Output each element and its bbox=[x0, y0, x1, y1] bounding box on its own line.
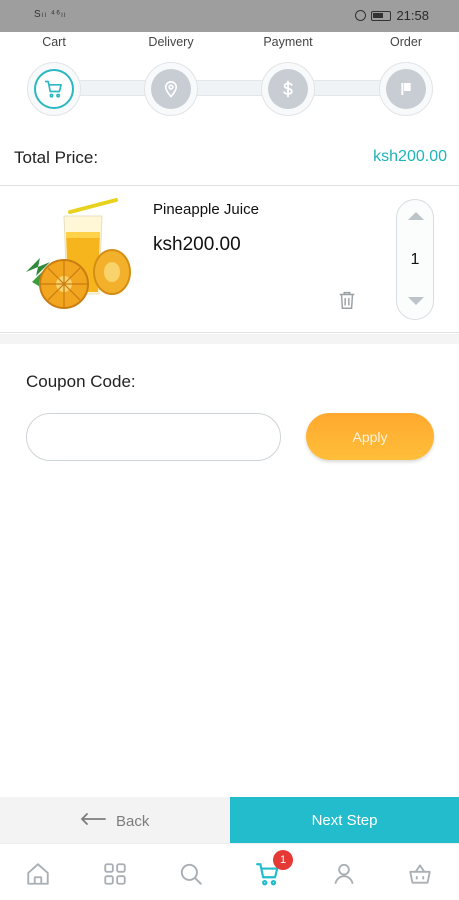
step-order-inner bbox=[386, 69, 426, 109]
next-step-button[interactable]: Next Step bbox=[230, 797, 459, 843]
product-price: ksh200.00 bbox=[153, 234, 241, 255]
step-payment[interactable] bbox=[261, 62, 315, 116]
checkout-navigation: Back Next Step bbox=[0, 797, 459, 843]
step-order[interactable] bbox=[379, 62, 433, 116]
section-separator bbox=[0, 334, 459, 344]
location-pin-icon bbox=[164, 81, 178, 98]
status-right: 21:58 bbox=[355, 8, 429, 23]
pineapple-juice-image bbox=[26, 198, 131, 309]
product-name: Pineapple Juice bbox=[153, 201, 259, 218]
coupon-code-label: Coupon Code: bbox=[26, 372, 136, 391]
trash-icon[interactable] bbox=[336, 289, 358, 311]
categories-grid-icon[interactable] bbox=[102, 861, 128, 887]
basket-icon[interactable] bbox=[407, 861, 433, 887]
alarm-icon bbox=[355, 10, 367, 21]
dollar-icon bbox=[283, 80, 293, 98]
divider bbox=[0, 185, 459, 186]
decrease-quantity-button[interactable] bbox=[408, 297, 424, 305]
quantity-stepper: 1 bbox=[396, 199, 434, 320]
signal-indicator: Sₗₗ ⁴⁶ₗₗ bbox=[34, 9, 67, 20]
back-button[interactable]: Back bbox=[0, 797, 230, 843]
status-bar: Sₗₗ ⁴⁶ₗₗ 21:58 bbox=[0, 0, 459, 32]
step-cart-inner bbox=[34, 69, 74, 109]
step-label-delivery: Delivery bbox=[148, 35, 194, 49]
total-price-label: Total Price: bbox=[14, 148, 99, 167]
checkout-steps-labels: Cart Delivery Payment Order bbox=[0, 35, 459, 51]
battery-icon bbox=[371, 10, 392, 21]
bottom-tab-bar bbox=[0, 843, 459, 900]
status-time: 21:58 bbox=[396, 8, 429, 23]
step-delivery[interactable] bbox=[144, 62, 198, 116]
coupon-code-input[interactable] bbox=[26, 413, 281, 461]
arrow-left-icon bbox=[80, 813, 106, 825]
back-button-label: Back bbox=[116, 813, 150, 830]
cart-icon bbox=[44, 80, 62, 98]
total-price-value: ksh200.00 bbox=[373, 148, 447, 165]
order-flag-icon bbox=[401, 83, 411, 95]
quantity-value: 1 bbox=[410, 251, 420, 268]
search-icon[interactable] bbox=[178, 861, 204, 887]
total-price-row: Total Price: ksh200.00 bbox=[14, 146, 447, 170]
step-cart[interactable] bbox=[27, 62, 81, 116]
step-label-cart: Cart bbox=[42, 35, 66, 49]
step-payment-inner bbox=[268, 69, 308, 109]
divider bbox=[0, 332, 459, 333]
increase-quantity-button[interactable] bbox=[408, 212, 424, 220]
checkout-progress-track bbox=[54, 80, 406, 96]
apply-coupon-button[interactable]: Apply bbox=[306, 413, 434, 460]
cart-count-badge: 1 bbox=[273, 850, 293, 870]
profile-icon[interactable] bbox=[331, 861, 357, 887]
step-delivery-inner bbox=[151, 69, 191, 109]
step-label-payment: Payment bbox=[263, 35, 313, 49]
home-icon[interactable] bbox=[25, 861, 51, 887]
step-label-order: Order bbox=[390, 35, 422, 49]
